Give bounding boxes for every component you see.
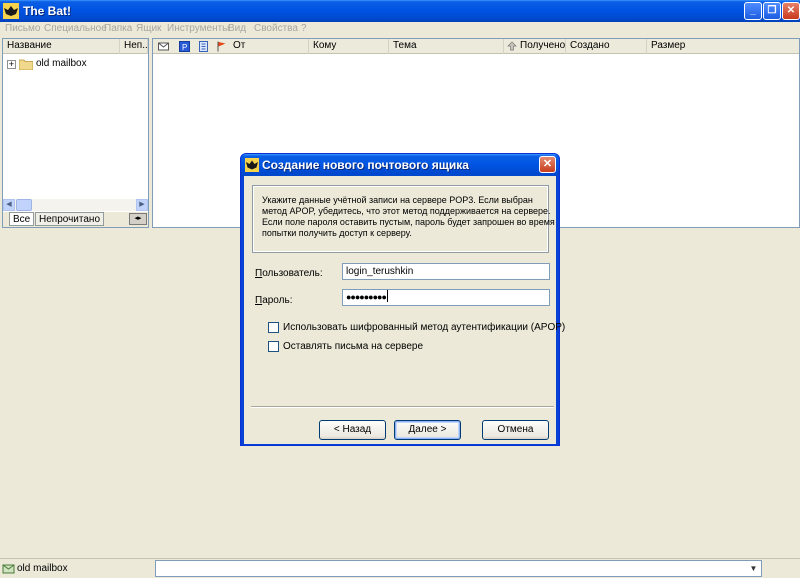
column-created[interactable]: Создано — [566, 39, 647, 54]
message-list-header: P От Кому Тема Получено Создано Размер — [153, 39, 799, 54]
dialog-body: Укажите данные учётной записи на сервере… — [244, 176, 565, 444]
user-input[interactable]: login_terushkin — [342, 263, 550, 280]
status-bar: old mailbox ▼ — [0, 558, 800, 578]
next-button[interactable]: Далее > — [394, 420, 461, 440]
info-line: попытки получить доступ к серверу. — [262, 228, 412, 238]
column-received[interactable]: Получено — [504, 39, 566, 54]
dialog-title: Создание нового почтового ящика — [262, 158, 469, 172]
apop-checkbox[interactable] — [268, 322, 279, 333]
info-line: Если поле пароля оставить пустым, пароль… — [262, 217, 555, 227]
bat-icon — [245, 158, 259, 172]
expand-toggle[interactable]: + — [7, 60, 16, 69]
close-button[interactable]: ✕ — [782, 2, 800, 20]
column-subject[interactable]: Тема — [389, 39, 504, 54]
status-combo[interactable]: ▼ — [155, 560, 762, 577]
column-from[interactable]: От — [229, 39, 309, 54]
window-title: The Bat! — [23, 4, 71, 18]
menu-bar: Письмо Специальное Папка Ящик Инструмент… — [0, 22, 800, 36]
envelope-icon[interactable] — [158, 41, 169, 52]
dialog-separator — [251, 406, 554, 408]
main-titlebar[interactable]: The Bat! _ ❐ ✕ — [0, 0, 800, 22]
info-box: Укажите данные учётной записи на сервере… — [252, 185, 555, 253]
info-line: Укажите данные учётной записи на сервере… — [262, 195, 533, 205]
text-caret — [386, 290, 388, 302]
tab-unread[interactable]: Непрочитано — [35, 212, 105, 226]
new-mailbox-dialog: Создание нового почтового ящика ✕ Укажит… — [240, 153, 565, 446]
folder-horizontal-scrollbar[interactable]: ◀ ▶ — [3, 199, 148, 211]
bat-icon — [3, 3, 19, 19]
column-size[interactable]: Размер — [647, 39, 799, 54]
dialog-close-button[interactable]: ✕ — [539, 156, 556, 173]
leave-on-server-label[interactable]: Оставлять письма на сервере — [283, 341, 423, 352]
restore-icon: ❐ — [767, 5, 777, 16]
close-icon: ✕ — [786, 5, 796, 16]
menu-item-folder[interactable]: Папка — [104, 22, 132, 35]
menu-item-box[interactable]: Ящик — [136, 22, 161, 35]
column-received-label: Получено — [520, 40, 566, 51]
folder-icon — [19, 59, 33, 70]
column-name[interactable]: Название — [3, 39, 120, 54]
menu-item-help[interactable]: ? — [301, 22, 307, 35]
back-button[interactable]: < Назад — [319, 420, 386, 440]
tab-nav-button[interactable]: ◂▸ — [129, 213, 147, 225]
attachment-icon[interactable] — [198, 41, 209, 52]
dialog-titlebar[interactable]: Создание нового почтового ящика ✕ — [241, 154, 559, 176]
dropdown-arrow-icon[interactable]: ▼ — [747, 562, 760, 575]
password-label: Пароль: — [255, 295, 292, 306]
menu-item-letter[interactable]: Письмо — [5, 22, 40, 35]
menu-item-view[interactable]: Вид — [228, 22, 246, 35]
status-folder: old mailbox — [17, 563, 68, 574]
folder-label: old mailbox — [36, 58, 87, 69]
user-label-text: ользователь: — [262, 268, 323, 279]
restore-button[interactable]: ❐ — [763, 2, 781, 20]
cancel-button[interactable]: Отмена — [482, 420, 549, 440]
folder-tabs: Все Непрочитано ◂▸ — [3, 212, 148, 227]
column-to[interactable]: Кому — [309, 39, 389, 54]
minimize-button[interactable]: _ — [744, 2, 762, 20]
chevron-right-icon: ▶ — [139, 201, 145, 208]
folder-pane: Название Неп... + old mailbox ◀ ▶ Все Не… — [2, 38, 149, 228]
password-value: ●●●●●●●●● — [346, 292, 387, 302]
info-line: метод APOP, убедитесь, что этот метод по… — [262, 206, 551, 216]
close-icon: ✕ — [542, 158, 553, 170]
flag-icon[interactable] — [216, 41, 227, 52]
leave-on-server-checkbox[interactable] — [268, 341, 279, 352]
menu-item-properties[interactable]: Свойства — [254, 22, 298, 35]
mailbox-icon — [2, 564, 15, 574]
column-unread[interactable]: Неп... — [120, 39, 148, 54]
sort-icon — [507, 41, 517, 51]
menu-item-tools[interactable]: Инструменты — [167, 22, 229, 35]
menu-item-special[interactable]: Специальное — [44, 22, 107, 35]
chevron-left-icon: ◀ — [6, 201, 12, 208]
scroll-right-button[interactable]: ▶ — [136, 199, 148, 211]
scroll-thumb[interactable] — [16, 199, 32, 211]
tab-all[interactable]: Все — [9, 212, 35, 226]
user-label: Пользователь: — [255, 268, 323, 279]
password-input[interactable]: ●●●●●●●●● — [342, 289, 550, 306]
password-label-text: ароль: — [262, 295, 293, 306]
folder-list-header: Название Неп... — [3, 39, 148, 54]
svg-text:P: P — [182, 43, 187, 52]
tab-scroll-icon: ◂▸ — [134, 215, 142, 222]
scroll-left-button[interactable]: ◀ — [3, 199, 15, 211]
minimize-icon: _ — [750, 5, 756, 16]
apop-checkbox-label[interactable]: Использовать шифрованный метод аутентифи… — [283, 322, 565, 333]
priority-icon[interactable]: P — [179, 41, 190, 52]
